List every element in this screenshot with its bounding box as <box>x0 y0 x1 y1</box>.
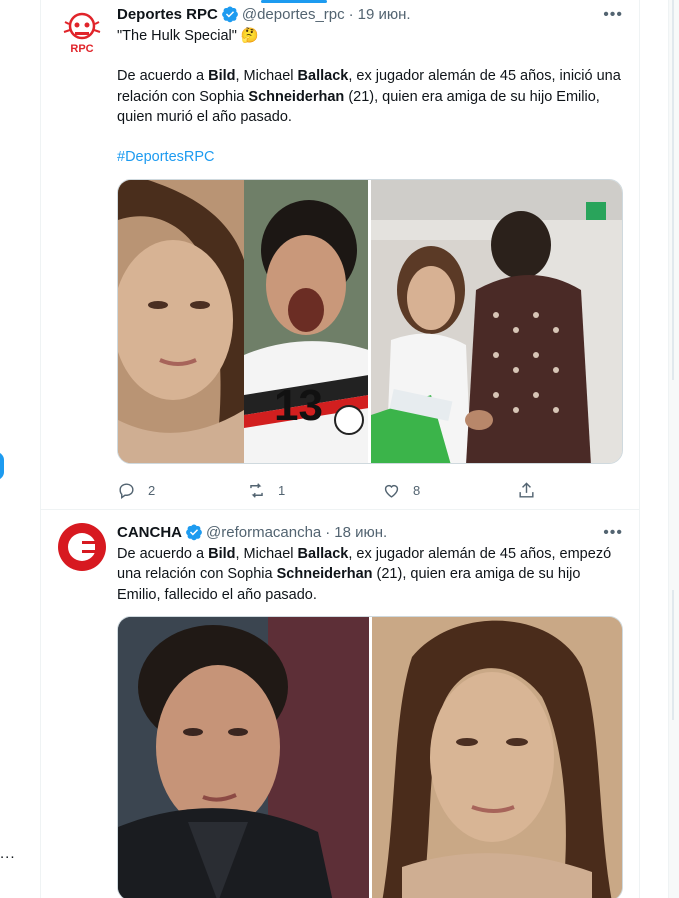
separator: · <box>348 5 354 23</box>
more-options-icon[interactable]: ••• <box>603 6 623 24</box>
photo-ballack-portrait[interactable] <box>118 617 369 898</box>
photo-ballack-shout[interactable]: 13 <box>243 180 368 463</box>
photo-couple-gallery[interactable] <box>370 180 622 463</box>
avatar[interactable] <box>57 522 107 572</box>
avatar-label: RPC <box>70 43 93 55</box>
handle[interactable]: @deportes_rpc <box>242 6 345 23</box>
heart-icon <box>384 484 399 498</box>
more-icon[interactable]: ... <box>0 845 16 862</box>
tweet[interactable]: CANCHA @reformacancha · 18 июн. ••• De a… <box>41 510 639 898</box>
tweet-header: Deportes RPC @deportes_rpc · 19 июн. <box>117 4 623 24</box>
cancha-logo-icon <box>58 523 106 571</box>
reply-icon <box>119 482 134 499</box>
tweet-media[interactable]: 13 <box>117 179 623 464</box>
tweet-text: De acuerdo a Bild, Michael Ballack, ex j… <box>117 544 623 605</box>
sidebar-divider <box>672 590 674 720</box>
retweet-icon <box>250 482 263 498</box>
retweet-button[interactable]: 1 <box>247 481 382 500</box>
tweet-text: "The Hulk Special" 🤔 De acuerdo a Bild, … <box>117 26 623 167</box>
tweet[interactable]: RPC Deportes RPC @deportes_rpc · 19 июн.… <box>41 0 639 510</box>
timeline: RPC Deportes RPC @deportes_rpc · 19 июн.… <box>40 0 640 898</box>
like-button[interactable]: 8 <box>382 481 517 500</box>
more-options-icon[interactable]: ••• <box>603 524 623 542</box>
verified-badge-icon <box>186 524 202 541</box>
timestamp[interactable]: 19 июн. <box>358 6 411 23</box>
tweet-media[interactable] <box>117 616 623 898</box>
reply-count: 2 <box>148 482 156 498</box>
avatar[interactable]: RPC <box>57 8 107 58</box>
tweet-line: "The Hulk Special" 🤔 <box>117 28 259 44</box>
tweet-actions: 2 1 8 <box>117 478 557 502</box>
sidebar-divider <box>672 0 674 380</box>
separator: · <box>325 523 331 541</box>
share-button[interactable] <box>517 481 536 500</box>
tweet-paragraph: De acuerdo a Bild, Michael Ballack, ex j… <box>117 546 612 603</box>
retweet-count: 1 <box>278 482 286 498</box>
tweet-header: CANCHA @reformacancha · 18 июн. <box>117 522 623 542</box>
timestamp[interactable]: 18 июн. <box>334 524 387 541</box>
hashtag-link[interactable]: #DeportesRPC <box>117 147 623 167</box>
verified-badge-icon <box>221 6 238 23</box>
photo-woman-portrait[interactable] <box>118 180 244 463</box>
left-sidebar: ... <box>0 0 40 898</box>
display-name[interactable]: CANCHA <box>117 524 182 541</box>
like-count: 8 <box>413 482 421 498</box>
photo-sophia-portrait[interactable] <box>371 617 622 898</box>
handle[interactable]: @reformacancha <box>206 524 321 541</box>
compose-indicator[interactable] <box>0 452 4 480</box>
svg-text:13: 13 <box>274 381 323 430</box>
share-icon <box>519 481 534 498</box>
display-name[interactable]: Deportes RPC <box>117 6 218 23</box>
reply-button[interactable]: 2 <box>117 481 247 500</box>
rpc-logo-icon: RPC <box>63 12 101 55</box>
tweet-paragraph: De acuerdo a Bild, Michael Ballack, ex j… <box>117 68 621 125</box>
